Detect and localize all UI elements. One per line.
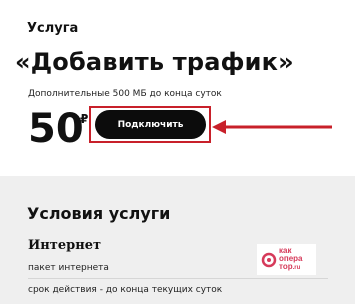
condition-row: срок действия - до конца текущих суток xyxy=(28,285,223,295)
condition-row: пакет интернета xyxy=(28,263,109,273)
section-title-internet: Интернет xyxy=(28,238,102,253)
pin-logo-icon xyxy=(261,252,277,267)
service-eyebrow: Услуга xyxy=(27,21,79,36)
connect-button[interactable]: Подключить xyxy=(95,110,206,139)
watermark-domain: .ru xyxy=(292,265,301,271)
watermark-logo: как опера тор.ru xyxy=(257,244,316,275)
price-value: 50 xyxy=(28,106,84,152)
currency-symbol: ₽ xyxy=(80,112,89,126)
watermark-word: тор xyxy=(279,262,293,271)
service-title: «Добавить трафик» xyxy=(15,48,294,76)
conditions-title: Условия услуги xyxy=(27,204,171,223)
service-subtitle: Дополнительные 500 МБ до конца суток xyxy=(28,89,222,99)
divider xyxy=(28,278,328,279)
red-arrow-left-icon xyxy=(212,120,332,134)
watermark-text: как опера тор.ru xyxy=(279,247,303,272)
watermark-line: тор.ru xyxy=(279,263,303,272)
